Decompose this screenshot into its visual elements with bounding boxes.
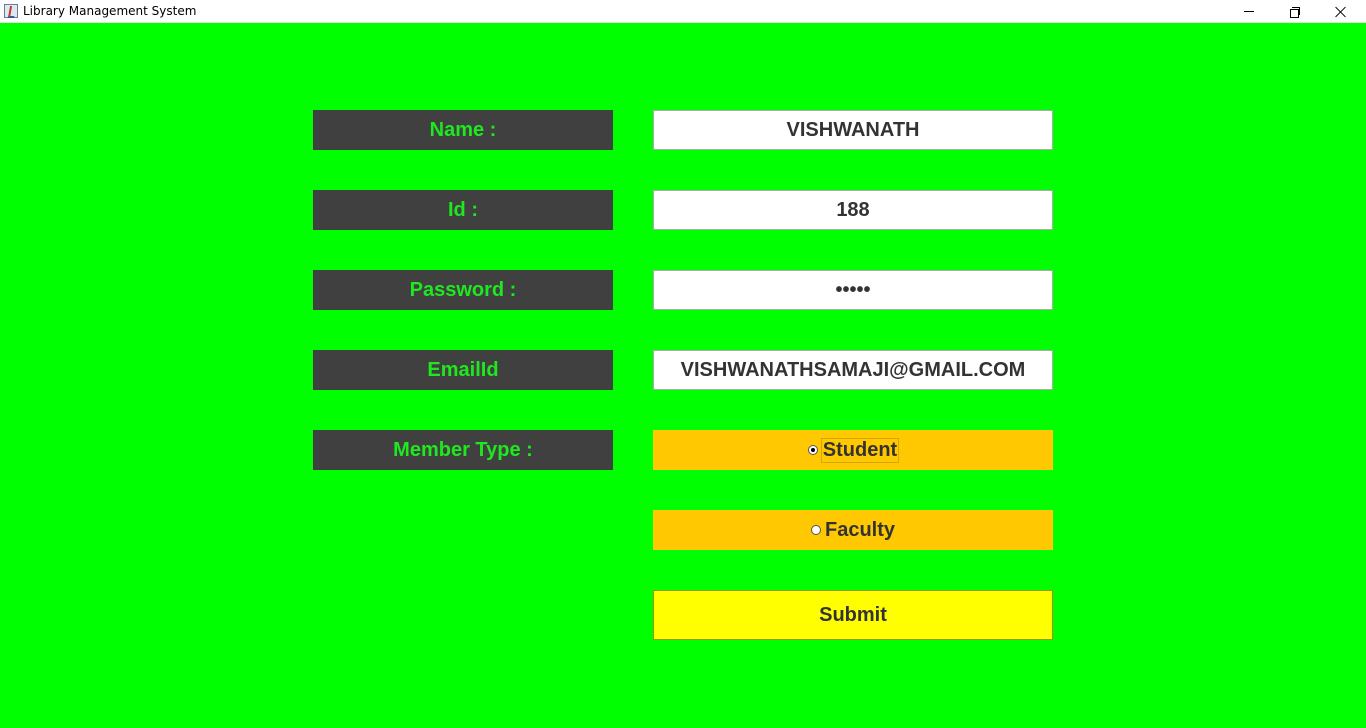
email-field[interactable]: VISHWANATHSAMAJI@GMAIL.COM <box>653 350 1053 390</box>
id-field[interactable]: 188 <box>653 190 1053 230</box>
member-type-label: Member Type : <box>313 430 613 470</box>
restore-button[interactable] <box>1272 0 1318 23</box>
student-radio[interactable]: Student <box>653 430 1053 470</box>
restore-icon <box>1290 6 1300 18</box>
radio-unselected-icon[interactable] <box>810 525 821 535</box>
title-bar: Library Management System <box>0 0 1366 23</box>
java-app-icon <box>4 4 18 18</box>
close-icon <box>1335 6 1347 18</box>
close-button[interactable] <box>1318 0 1364 23</box>
name-field[interactable]: VISHWANATH <box>653 110 1053 150</box>
minimize-icon <box>1244 11 1254 12</box>
faculty-radio[interactable]: Faculty <box>653 510 1053 550</box>
name-label: Name : <box>313 110 613 150</box>
student-radio-label[interactable]: Student <box>820 437 900 463</box>
email-label: EmailId <box>313 350 613 390</box>
minimize-button[interactable] <box>1226 0 1272 23</box>
password-label: Password : <box>313 270 613 310</box>
id-label: Id : <box>313 190 613 230</box>
radio-selected-icon[interactable] <box>807 445 818 455</box>
password-field[interactable]: ••••• <box>653 270 1053 310</box>
window-title: Library Management System <box>23 4 197 18</box>
faculty-radio-label[interactable]: Faculty <box>825 519 895 542</box>
submit-button[interactable]: Submit <box>653 590 1053 640</box>
